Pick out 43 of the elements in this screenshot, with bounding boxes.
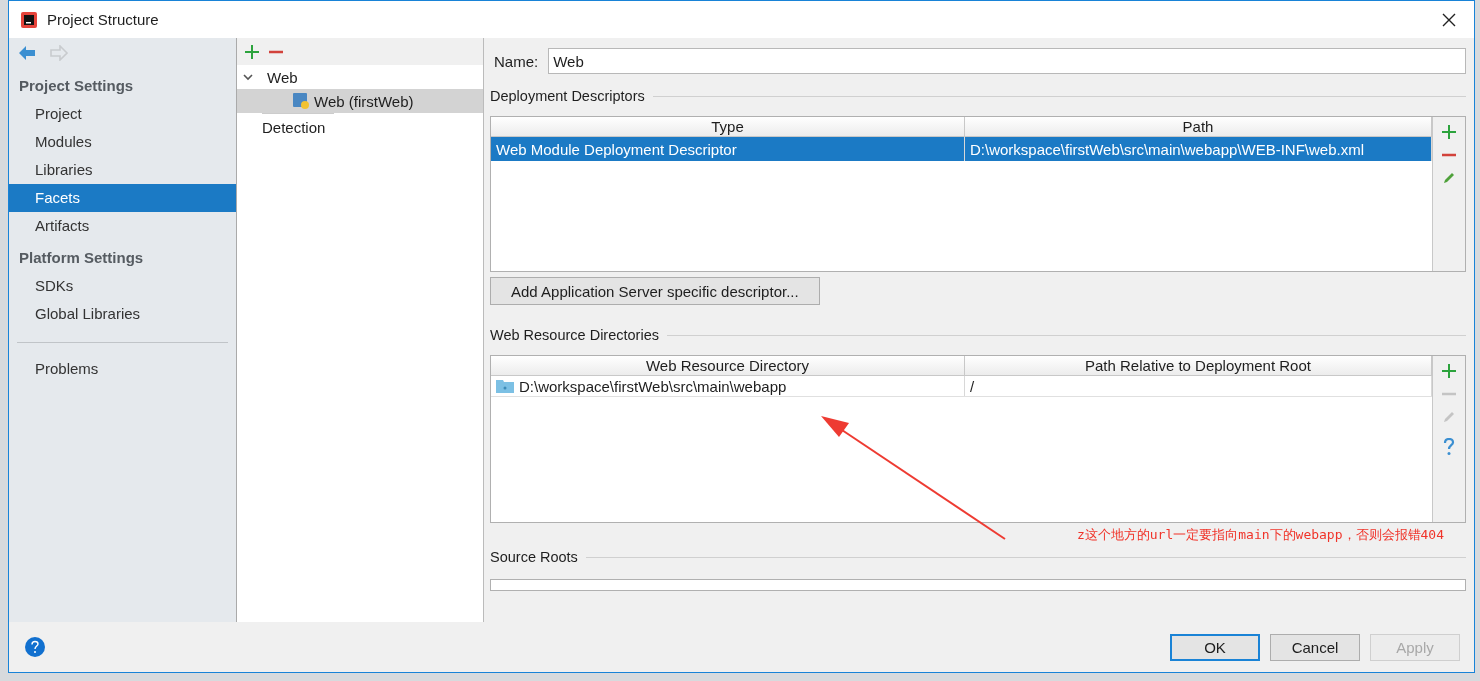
sidebar-item[interactable]: Libraries xyxy=(9,156,236,184)
sidebar-section-header: Platform Settings xyxy=(18,248,145,268)
tree-node[interactable]: Web xyxy=(237,65,483,89)
chevron-icon[interactable] xyxy=(243,73,253,81)
sidebar-item[interactable]: Facets xyxy=(9,184,236,212)
back-arrow-icon[interactable] xyxy=(18,45,36,61)
tree-node[interactable]: Web (firstWeb) xyxy=(237,89,483,113)
detection-item[interactable]: Detection xyxy=(237,114,326,142)
table-row[interactable]: D:\workspace\firstWeb\src\main\webapp / xyxy=(491,376,1432,397)
add-icon[interactable] xyxy=(1442,125,1456,139)
help-icon[interactable] xyxy=(1443,438,1455,456)
dialog-button[interactable]: Cancel xyxy=(1270,633,1360,661)
add-icon[interactable] xyxy=(245,44,259,59)
add-descriptor-button[interactable]: Add Application Server specific descriptor... xyxy=(490,277,820,305)
help-icon[interactable] xyxy=(24,636,46,658)
remove-icon[interactable] xyxy=(269,49,283,54)
section-title: Deployment Descriptors xyxy=(490,88,645,104)
column-header[interactable]: Path Relative to Deployment Root xyxy=(965,356,1432,375)
close-icon[interactable] xyxy=(1442,12,1456,27)
sidebar-item[interactable]: Modules xyxy=(9,128,236,156)
pencil-icon[interactable] xyxy=(1442,171,1456,185)
name-label: Name: xyxy=(494,52,539,70)
sidebar-item[interactable]: Problems xyxy=(9,355,236,383)
dialog-button[interactable]: OK xyxy=(1170,633,1260,661)
sidebar-item[interactable]: Project xyxy=(9,100,236,128)
column-header[interactable]: Type xyxy=(491,117,965,136)
folder-icon xyxy=(496,379,514,393)
sidebar-item[interactable]: Global Libraries xyxy=(9,300,236,328)
window-title: Project Structure xyxy=(47,11,160,28)
table-row[interactable]: Web Module Deployment Descriptor D:\workspace\firstWeb\src\main\webapp\WEB-INF\web.xml xyxy=(491,137,1432,161)
sidebar-item[interactable]: Artifacts xyxy=(9,212,236,240)
sidebar-item[interactable]: SDKs xyxy=(9,272,236,300)
remove-icon[interactable] xyxy=(1442,153,1456,157)
add-icon[interactable] xyxy=(1442,364,1456,378)
section-title: Web Resource Directories xyxy=(490,327,659,343)
column-header[interactable]: Path xyxy=(965,117,1432,136)
column-header[interactable]: Web Resource Directory xyxy=(491,356,965,375)
name-field[interactable]: Web xyxy=(548,48,1466,74)
sidebar-section-header: Project Settings xyxy=(18,76,135,96)
app-icon xyxy=(21,11,37,28)
section-title: Source Roots xyxy=(490,549,578,565)
web-facet-icon xyxy=(292,92,310,110)
annotation-text: z这个地方的url一定要指向main下的webapp，否则会报错404 xyxy=(1076,526,1444,544)
